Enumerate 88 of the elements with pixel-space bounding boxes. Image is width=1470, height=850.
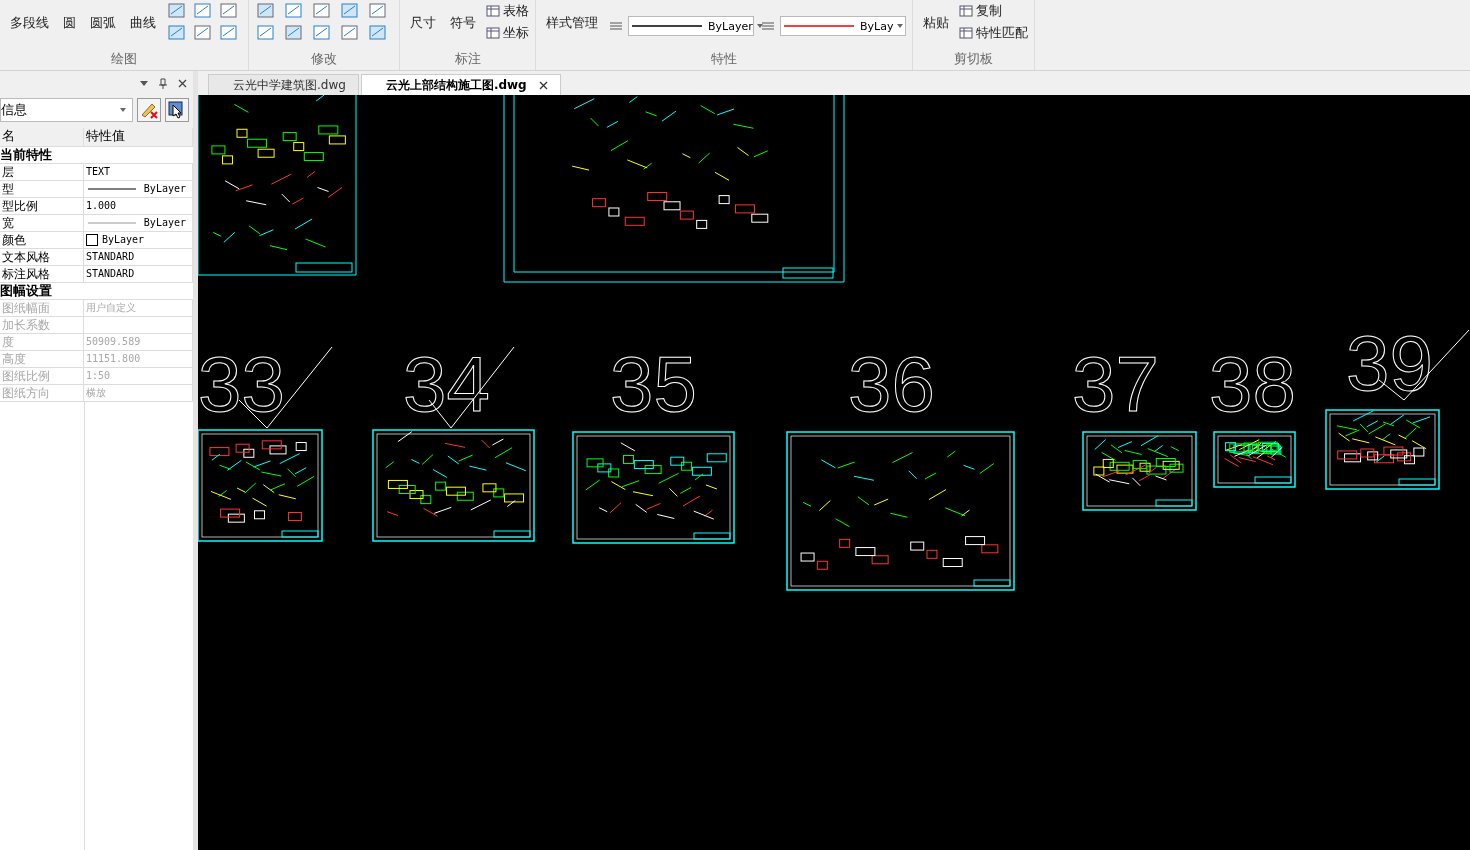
tool-button[interactable]: 圆弧 <box>86 0 120 32</box>
tool-button[interactable]: 曲线 <box>126 0 160 32</box>
property-value[interactable]: TEXT <box>86 164 111 180</box>
tool-icon[interactable] <box>339 23 361 43</box>
caret-icon[interactable] <box>756 24 763 28</box>
tool-button[interactable]: 粘贴 <box>919 0 953 32</box>
pin-icon[interactable] <box>158 77 168 90</box>
property-name: 图纸方向 <box>0 385 84 401</box>
tool-button[interactable]: 复制 <box>959 2 1028 20</box>
section-header[interactable]: 图幅设置 <box>0 283 193 300</box>
tool-icon[interactable] <box>192 23 214 43</box>
property-name: 图纸幅面 <box>0 300 84 316</box>
tool-icon[interactable] <box>166 23 188 43</box>
tool-icon[interactable] <box>255 23 277 43</box>
property-value[interactable]: STANDARD <box>86 266 135 282</box>
group-title: 修改 <box>310 50 338 68</box>
selector-dropdown[interactable]: 信息 <box>0 98 133 122</box>
property-name: 宽 <box>0 215 84 231</box>
select-cursor-icon[interactable] <box>165 98 189 122</box>
table-icon <box>959 4 973 18</box>
tool-icon[interactable] <box>192 1 214 21</box>
table-icon <box>486 4 500 18</box>
tool-icon[interactable] <box>283 1 305 21</box>
sheet-number: 34 <box>403 340 490 428</box>
property-value[interactable]: 1.000 <box>86 198 117 214</box>
sheet-number: 37 <box>1072 340 1159 428</box>
tool-icon[interactable] <box>218 23 240 43</box>
tool-icon[interactable] <box>339 1 361 21</box>
tool-icon[interactable] <box>311 23 333 43</box>
tool-button[interactable]: 样式管理 <box>542 0 602 32</box>
close-icon[interactable] <box>178 79 187 88</box>
property-name: 层 <box>0 164 84 180</box>
property-name: 颜色 <box>0 232 84 248</box>
group-title: 特性 <box>710 50 738 68</box>
property-name: 型比例 <box>0 198 84 214</box>
line-sample-icon <box>784 24 856 28</box>
document-tab[interactable]: 云光中学建筑图.dwg <box>208 74 359 95</box>
dropdown-arrow-icon[interactable] <box>140 81 148 86</box>
line-sample-icon <box>88 220 136 226</box>
tool-button[interactable]: 圆 <box>59 0 80 32</box>
property-value[interactable]: STANDARD <box>86 249 135 265</box>
group-title: 剪切板 <box>953 50 994 68</box>
sheet-number: 38 <box>1209 340 1296 428</box>
property-name: 标注风格 <box>0 266 84 282</box>
group-title: 标注 <box>453 50 482 68</box>
tool-icon[interactable] <box>255 1 277 21</box>
property-name: 型 <box>0 181 84 197</box>
sheet-number: 33 <box>198 340 285 428</box>
tool-icon[interactable] <box>166 1 188 21</box>
property-name: 度 <box>0 334 84 350</box>
dropdown[interactable]: ByLay <box>780 16 906 36</box>
table-icon <box>486 26 500 40</box>
property-value[interactable]: ByLayer <box>102 232 145 248</box>
tool-icon[interactable] <box>283 23 305 43</box>
caret-icon[interactable] <box>120 108 126 112</box>
close-icon[interactable] <box>538 80 548 90</box>
column-header: 名 <box>0 128 84 146</box>
sheet-number: 39 <box>1346 319 1433 407</box>
tool-button[interactable]: 表格 <box>486 2 529 20</box>
tool-button[interactable]: 符号 <box>446 0 480 32</box>
line-sample-icon <box>88 186 136 192</box>
pencil-icon[interactable] <box>137 98 161 122</box>
property-name: 图纸比例 <box>0 368 84 384</box>
property-name: 文本风格 <box>0 249 84 265</box>
property-value[interactable]: ByLayer <box>143 215 192 231</box>
section-header[interactable]: 当前特性 <box>0 147 193 164</box>
color-swatch <box>86 234 98 246</box>
tool-button[interactable]: 坐标 <box>486 24 529 42</box>
tool-button[interactable]: 尺寸 <box>406 0 440 32</box>
table-icon <box>959 26 973 40</box>
lines-icon[interactable] <box>760 19 776 33</box>
tool-icon[interactable] <box>367 1 389 21</box>
lines-icon[interactable] <box>608 19 624 33</box>
tool-button[interactable]: 特性匹配 <box>959 24 1028 42</box>
tool-icon[interactable] <box>367 23 389 43</box>
property-value[interactable]: ByLayer <box>143 181 192 197</box>
tool-icon[interactable] <box>311 1 333 21</box>
sheet-number: 36 <box>848 340 935 428</box>
line-sample-icon <box>632 24 704 28</box>
group-title: 绘图 <box>110 50 138 68</box>
document-tab[interactable]: 云光上部结构施工图.dwg <box>360 74 561 95</box>
property-name: 高度 <box>0 351 84 367</box>
tool-icon[interactable] <box>218 1 240 21</box>
sheet-number: 35 <box>610 340 697 428</box>
caret-icon[interactable] <box>897 24 904 28</box>
tool-button[interactable]: 多段线 <box>6 0 53 32</box>
property-name: 加长系数 <box>0 317 84 333</box>
column-header: 特性值 <box>84 128 193 146</box>
